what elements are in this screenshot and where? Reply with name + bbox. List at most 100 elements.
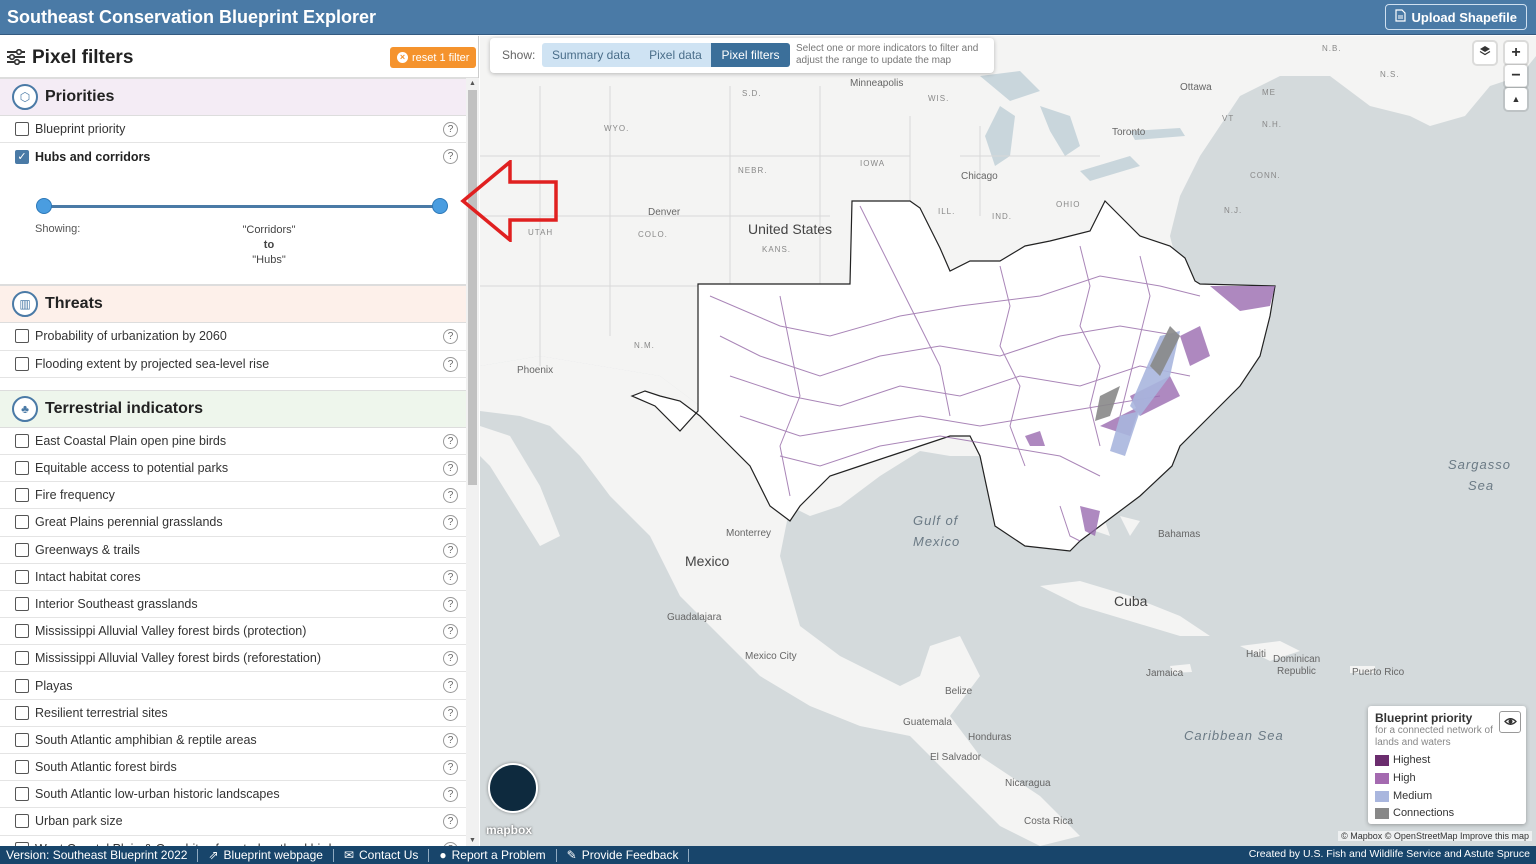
help-icon[interactable]: ? [443,624,458,640]
help-icon[interactable]: ? [443,678,458,694]
help-icon[interactable]: ? [443,760,458,775]
checkbox[interactable] [15,787,29,802]
range-slider-max-handle[interactable] [432,198,448,215]
legend-swatch [1375,772,1389,784]
map-attribution[interactable]: © Mapbox © OpenStreetMap Improve this ma… [1338,831,1532,841]
checkbox[interactable] [15,624,29,639]
map-label-iowa: IOWA [860,159,886,168]
help-icon[interactable]: ? [443,488,458,504]
filter-row-hubs-and-corridors[interactable]: ✓ Hubs and corridors ? [0,143,466,170]
checkbox[interactable] [15,461,29,476]
upload-shapefile-button[interactable]: Upload Shapefile [1384,4,1527,30]
filter-row[interactable]: Mississippi Alluvial Valley forest birds… [0,645,466,673]
zoom-in-button[interactable]: + [1505,42,1527,64]
range-slider-track[interactable] [44,205,440,209]
globe-minimap[interactable] [488,763,538,813]
blueprint-webpage-link[interactable]: ⇗ Blueprint webpage [198,848,334,862]
filter-row[interactable]: South Atlantic low-urban historic landsc… [0,781,466,809]
help-icon[interactable]: ? [443,122,458,137]
help-icon[interactable]: ? [443,433,458,449]
filter-row[interactable]: Interior Southeast grasslands? [0,591,466,619]
eye-icon[interactable] [1499,711,1521,733]
filter-row[interactable]: West Coastal Plain & Ouachitas forested … [0,836,466,846]
filter-row[interactable]: Probability of urbanization by 2060 ? [0,323,466,351]
map-label-honduras: Honduras [968,732,1012,743]
checkbox[interactable] [15,433,29,448]
checkbox[interactable] [15,705,29,720]
map-label-ill: ILL. [938,207,956,216]
map-label-nh: N.H. [1262,120,1282,129]
checkbox[interactable] [15,569,29,584]
checkbox[interactable] [15,651,29,666]
map-label-toronto: Toronto [1112,127,1146,138]
tab-pixel-filters[interactable]: Pixel filters [711,43,790,67]
checkbox[interactable] [15,678,29,693]
help-icon[interactable]: ? [443,705,458,721]
mapbox-logo[interactable]: mapbox [486,823,532,837]
reset-filter-button[interactable]: × reset 1 filter [390,47,477,68]
help-icon[interactable]: ? [443,329,458,345]
filter-row[interactable]: Flooding extent by projected sea-level r… [0,351,466,378]
sliders-icon [6,48,26,70]
help-icon[interactable]: ? [443,596,458,612]
filter-row[interactable]: Mississippi Alluvial Valley forest birds… [0,618,466,646]
checkbox[interactable] [15,488,29,503]
filter-row[interactable]: Intact habitat cores? [0,564,466,591]
checkbox[interactable] [15,732,29,747]
report-problem-link[interactable]: ● Report a Problem [429,848,557,862]
map-label-sargasso-2: Sea [1468,478,1495,493]
scrollbar-thumb[interactable] [468,90,477,485]
filter-row[interactable]: Fire frequency? [0,482,466,510]
help-icon[interactable]: ? [443,569,458,585]
checkbox[interactable] [15,760,29,775]
range-slider-min-handle[interactable] [36,198,52,215]
help-icon[interactable]: ? [443,356,458,372]
map-label-nebr: NEBR. [738,166,768,175]
filter-list[interactable]: ⬡ Priorities Blueprint priority ? ✓ Hubs… [0,78,466,846]
help-icon[interactable]: ? [443,732,458,748]
help-icon[interactable]: ? [443,149,458,165]
map-label-belize: Belize [945,686,973,697]
checkbox[interactable] [15,542,29,557]
checkbox[interactable] [15,122,29,137]
filter-row[interactable]: Great Plains perennial grasslands? [0,509,466,537]
zoom-out-button[interactable]: − [1505,65,1527,87]
map-label-gulf-2: Mexico [913,534,961,549]
tab-summary-data[interactable]: Summary data [542,43,640,67]
contact-us-link[interactable]: ✉ Contact Us [334,848,430,862]
filter-row[interactable]: East Coastal Plain open pine birds? [0,428,466,455]
help-icon[interactable]: ? [443,651,458,667]
filter-row[interactable]: Playas? [0,672,466,700]
legend-subtitle: for a connected network of lands and wat… [1375,725,1493,748]
filter-row-blueprint-priority[interactable]: Blueprint priority ? [0,116,466,144]
help-icon[interactable]: ? [443,787,458,803]
tab-pixel-data[interactable]: Pixel data [640,43,711,67]
help-icon[interactable]: ? [443,542,458,558]
map-label-monterrey: Monterrey [726,528,772,539]
checkbox[interactable] [15,814,29,829]
help-icon[interactable]: ? [443,515,458,531]
legend-item-medium: Medium [1375,790,1432,802]
scroll-down-arrow-icon[interactable]: ▼ [469,837,476,844]
filter-row[interactable]: South Atlantic amphibian & reptile areas… [0,727,466,754]
help-icon[interactable]: ? [443,460,458,476]
layers-button[interactable] [1474,42,1496,64]
filter-row[interactable]: Resilient terrestrial sites? [0,700,466,727]
checkbox[interactable] [15,329,29,344]
map-label-bahamas: Bahamas [1158,529,1201,540]
help-icon[interactable]: ? [443,814,458,830]
checkbox[interactable] [15,596,29,611]
filter-row[interactable]: Equitable access to potential parks? [0,455,466,483]
filter-row[interactable]: South Atlantic forest birds? [0,754,466,782]
provide-feedback-link[interactable]: ✎ Provide Feedback [557,848,690,862]
filter-label: Greenways & trails [35,542,140,557]
checkbox-checked[interactable]: ✓ [15,149,29,164]
range-text: "Corridors" to "Hubs" [219,223,319,268]
scroll-up-arrow-icon[interactable]: ▲ [469,80,476,87]
compass-button[interactable]: ▲ [1505,88,1527,110]
checkbox[interactable] [15,356,29,371]
filter-row[interactable]: Urban park size? [0,808,466,836]
filter-row[interactable]: Greenways & trails? [0,537,466,564]
checkbox[interactable] [15,515,29,530]
map-label-wyo: WYO. [604,124,630,133]
